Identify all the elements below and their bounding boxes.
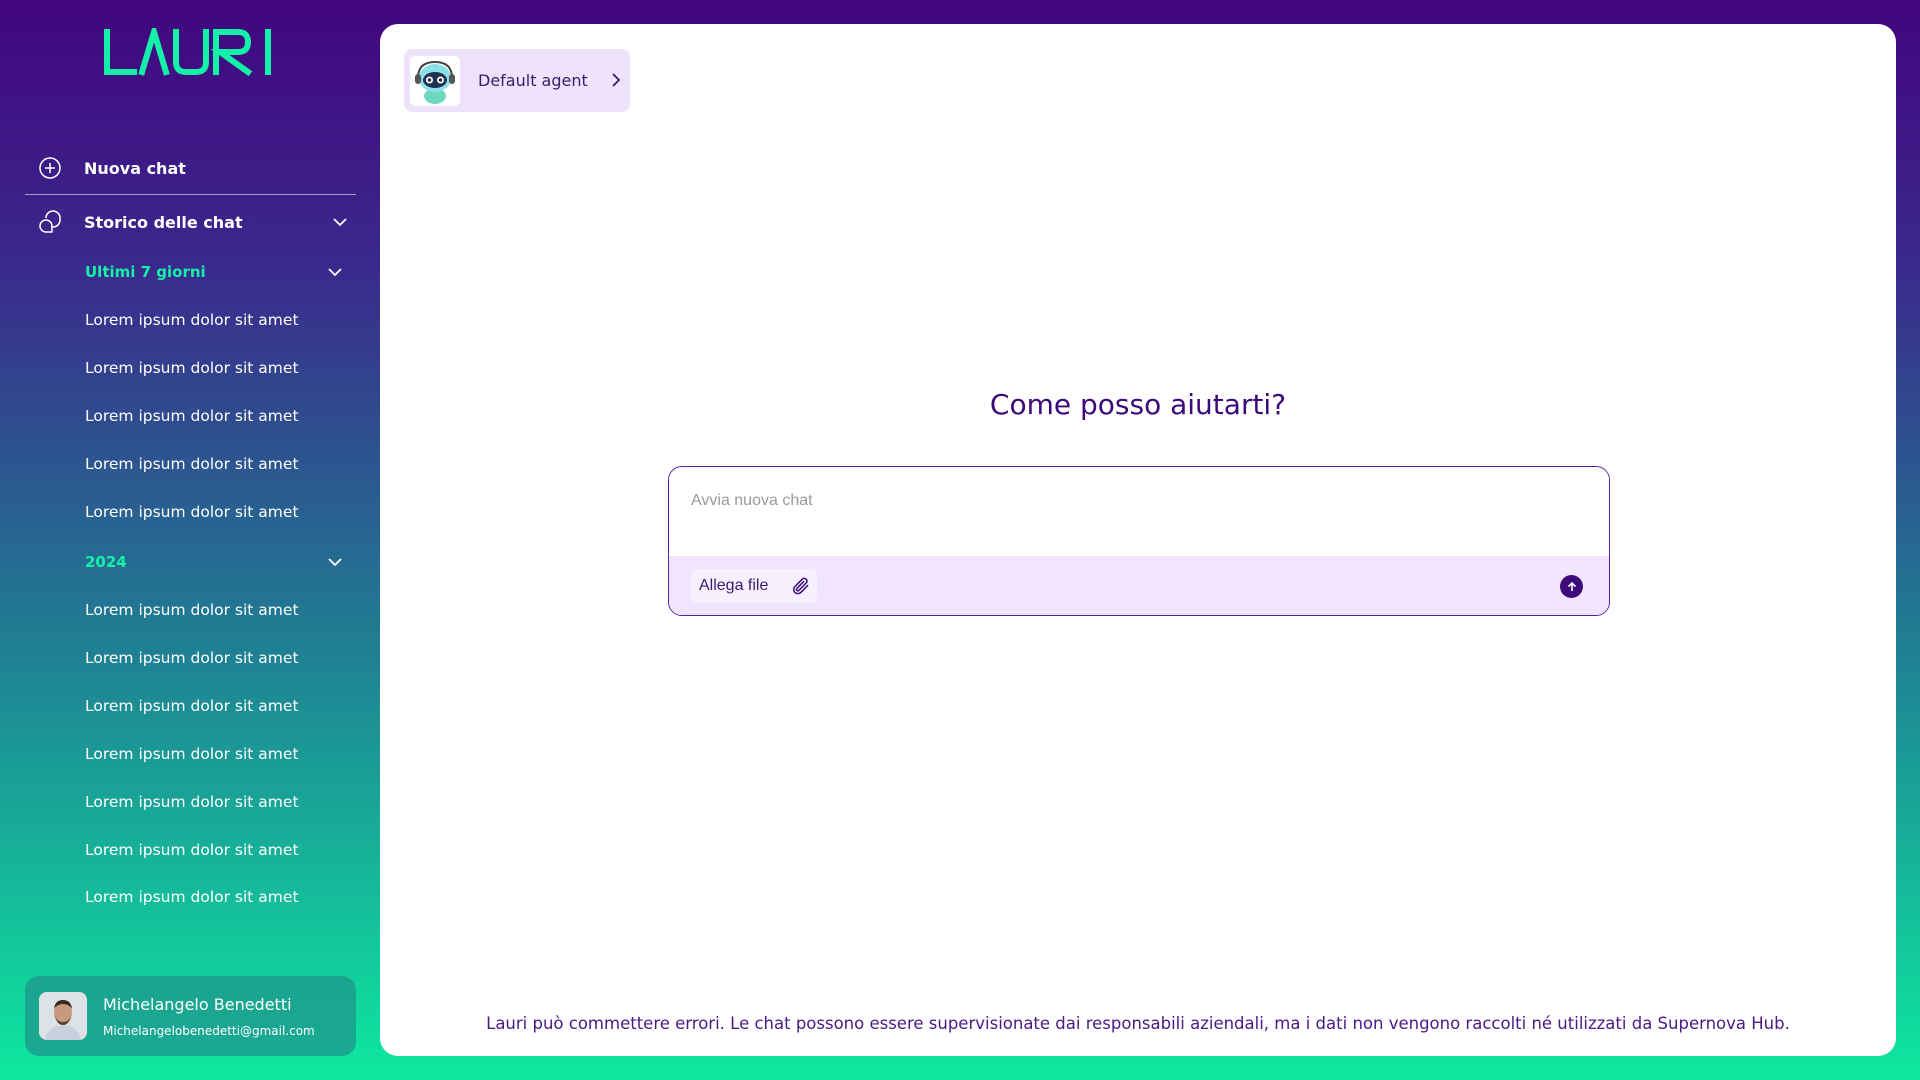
chat-history-label: Storico delle chat xyxy=(84,212,243,232)
agent-selector-button[interactable]: Default agent xyxy=(404,49,630,112)
chevron-down-icon xyxy=(328,268,342,277)
sidebar-divider xyxy=(25,194,356,195)
robot-agent-icon xyxy=(410,55,460,106)
history-item[interactable]: Lorem ipsum dolor sit amet xyxy=(85,450,345,478)
avatar xyxy=(39,992,87,1040)
chat-composer-footer: Allega file xyxy=(669,556,1609,615)
user-name: Michelangelo Benedetti xyxy=(103,994,292,1014)
plus-circle-icon xyxy=(25,143,75,193)
history-item[interactable]: Lorem ipsum dolor sit amet xyxy=(85,883,345,911)
disclaimer-text: Lauri può commettere errori. Le chat pos… xyxy=(486,1014,1790,1033)
history-group-title: Ultimi 7 giorni xyxy=(85,263,206,281)
history-item[interactable]: Lorem ipsum dolor sit amet xyxy=(85,644,345,672)
user-profile-card[interactable]: Michelangelo Benedetti Michelangelobened… xyxy=(25,976,356,1056)
chat-history-toggle[interactable]: Storico delle chat xyxy=(25,197,356,247)
page-title: Come posso aiutarti? xyxy=(989,388,1287,421)
chat-input[interactable] xyxy=(669,467,1609,556)
history-item[interactable]: Lorem ipsum dolor sit amet xyxy=(85,692,345,720)
user-email: Michelangelobenedetti@gmail.com xyxy=(103,1023,315,1038)
new-chat-button[interactable]: Nuova chat xyxy=(25,143,356,193)
attach-file-button[interactable]: Allega file xyxy=(691,569,817,603)
history-item[interactable]: Lorem ipsum dolor sit amet xyxy=(85,306,345,334)
agent-label: Default agent xyxy=(478,71,588,90)
history-group-recent[interactable]: Ultimi 7 giorni xyxy=(85,257,345,287)
history-item[interactable]: Lorem ipsum dolor sit amet xyxy=(85,354,345,382)
chevron-down-icon xyxy=(333,218,347,227)
chevron-down-icon xyxy=(328,558,342,567)
history-group-title: 2024 xyxy=(85,553,127,571)
chat-bubbles-icon xyxy=(25,197,75,247)
history-item[interactable]: Lorem ipsum dolor sit amet xyxy=(85,740,345,768)
history-item[interactable]: Lorem ipsum dolor sit amet xyxy=(85,788,345,816)
new-chat-label: Nuova chat xyxy=(84,158,186,178)
main-panel: Default agent Come posso aiutarti? Alleg… xyxy=(380,24,1896,1056)
paperclip-icon xyxy=(792,577,809,595)
attach-file-label: Allega file xyxy=(699,577,769,594)
arrow-up-icon xyxy=(1567,581,1576,591)
chevron-right-icon xyxy=(612,73,621,87)
sidebar: Nuova chat Storico delle chat Ultimi 7 g… xyxy=(0,0,380,1080)
history-item[interactable]: Lorem ipsum dolor sit amet xyxy=(85,402,345,430)
history-item[interactable]: Lorem ipsum dolor sit amet xyxy=(85,836,345,864)
history-group-2024[interactable]: 2024 xyxy=(85,547,345,577)
send-button[interactable] xyxy=(1560,575,1583,598)
history-item[interactable]: Lorem ipsum dolor sit amet xyxy=(85,596,345,624)
lauri-logo[interactable] xyxy=(104,28,276,76)
history-item[interactable]: Lorem ipsum dolor sit amet xyxy=(85,498,345,526)
chat-composer: Allega file xyxy=(668,466,1610,616)
